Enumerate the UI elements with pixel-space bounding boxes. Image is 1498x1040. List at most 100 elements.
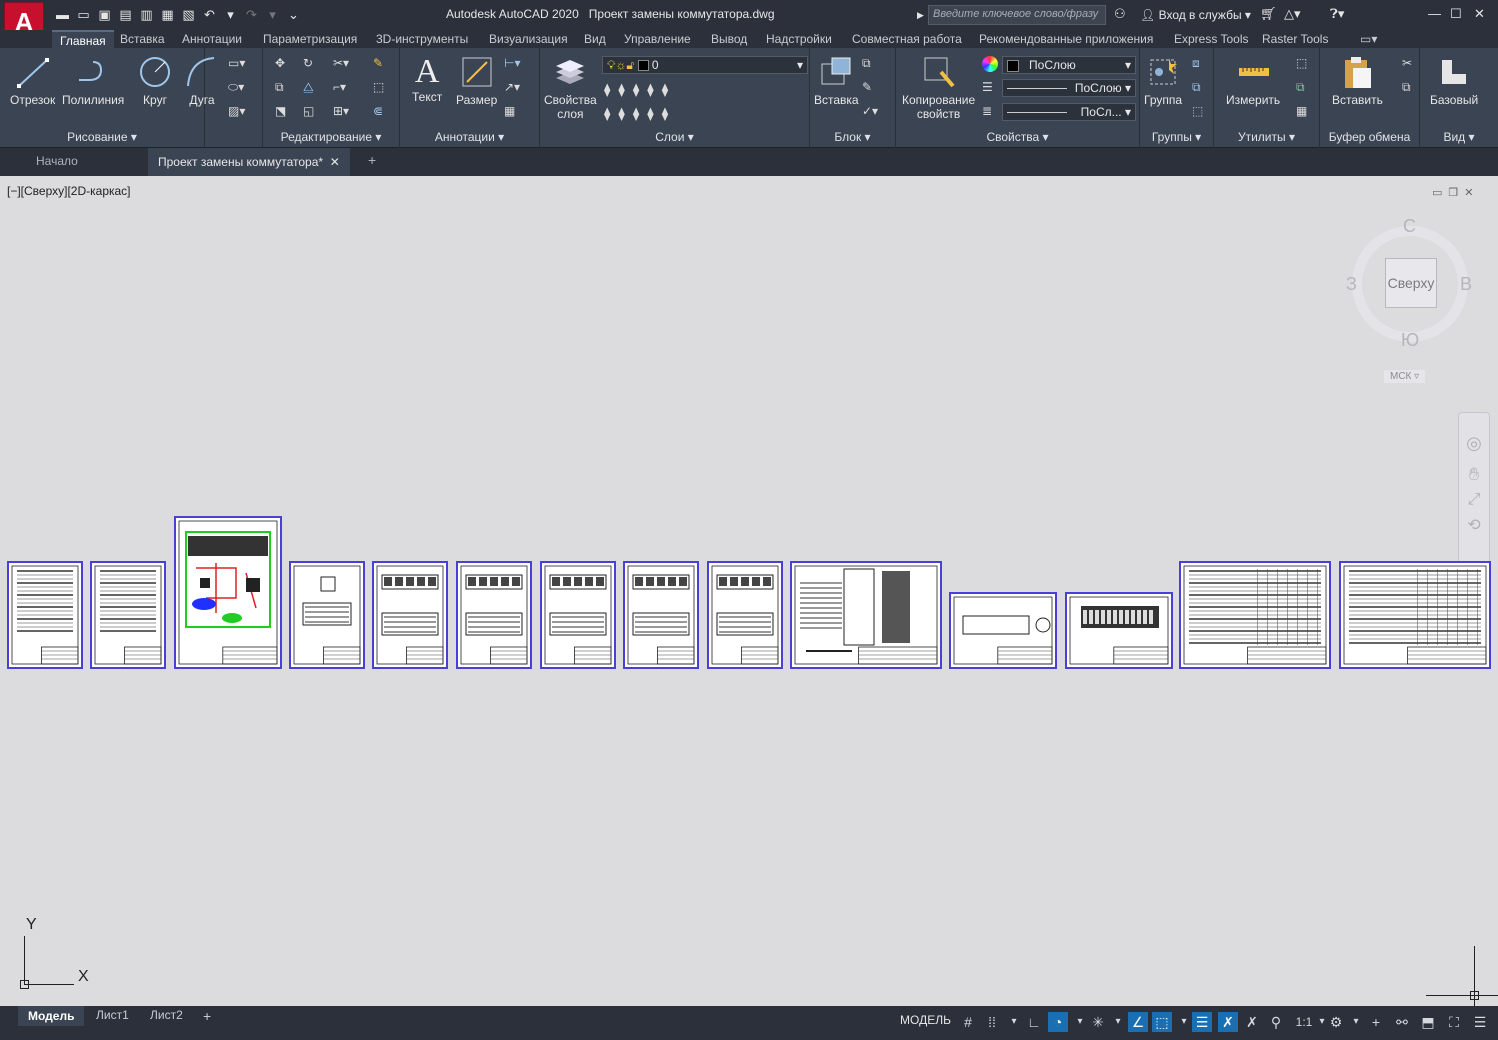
panel-block-title[interactable]: Блок ▾ bbox=[810, 130, 895, 144]
stretch-icon[interactable]: ⬔ bbox=[275, 104, 293, 122]
quick-select-icon[interactable]: ⬚ bbox=[1296, 56, 1314, 74]
drawing-sheet-5[interactable] bbox=[372, 561, 448, 669]
lineweight-icon[interactable]: ≣ bbox=[982, 104, 1000, 122]
trim-icon[interactable]: ✂▾ bbox=[333, 56, 351, 74]
panel-layers-title[interactable]: Слои ▾ bbox=[540, 130, 809, 144]
erase-icon[interactable]: ✎ bbox=[373, 56, 391, 74]
customize-qat-icon[interactable]: ⌄ bbox=[285, 6, 302, 23]
circle-button[interactable]: Круг bbox=[137, 54, 173, 107]
grid-icon[interactable]: # bbox=[958, 1012, 978, 1032]
insert-block-button[interactable]: Вставка bbox=[814, 54, 859, 107]
pan-icon[interactable]: ✋︎ bbox=[1459, 464, 1489, 485]
drawing-sheet-9[interactable] bbox=[707, 561, 783, 669]
offset-icon[interactable]: ⋐ bbox=[373, 104, 391, 122]
maximize-icon[interactable]: ☐ bbox=[1450, 6, 1462, 22]
drawing-sheet-10[interactable] bbox=[790, 561, 942, 669]
osnap-icon[interactable]: ⬚ bbox=[1152, 1012, 1172, 1032]
copy-clip-icon[interactable]: ⧉ bbox=[1402, 80, 1420, 98]
new-icon[interactable]: ▬ bbox=[54, 6, 71, 23]
polar-dropdown-icon[interactable]: ▾ bbox=[1070, 1012, 1090, 1032]
panel-draw-title[interactable]: Рисование ▾ bbox=[0, 130, 204, 144]
drawing-sheet-8[interactable] bbox=[623, 561, 699, 669]
panel-clipboard-title[interactable]: Буфер обмена bbox=[1320, 130, 1419, 144]
isolate-objects-icon[interactable]: ⬒ bbox=[1418, 1012, 1438, 1032]
ellipse-icon[interactable]: ⬭▾ bbox=[228, 80, 246, 98]
ribbon-minimize-icon[interactable]: ▭▾ bbox=[1360, 32, 1377, 46]
start-tab[interactable]: Начало bbox=[36, 154, 78, 168]
drawing-sheet-12[interactable] bbox=[1065, 592, 1173, 669]
drawing-sheet-1[interactable] bbox=[7, 561, 83, 669]
undo-icon[interactable]: ↶ bbox=[201, 6, 218, 23]
tab-0[interactable]: Главная bbox=[52, 30, 114, 48]
create-block-icon[interactable]: ⧉ bbox=[862, 56, 880, 74]
layer-dropdown[interactable]: 💡︎☼🔓︎ 0 ▾ bbox=[602, 56, 808, 74]
line-button[interactable]: Отрезок bbox=[10, 54, 55, 107]
workspace-gear-icon[interactable]: ⚙ bbox=[1326, 1012, 1346, 1032]
customization-icon[interactable]: ☰ bbox=[1470, 1012, 1490, 1032]
array-icon[interactable]: ⊞▾ bbox=[333, 104, 351, 122]
polyline-button[interactable]: Полилиния bbox=[62, 54, 124, 107]
panel-view-title[interactable]: Вид ▾ bbox=[1420, 130, 1498, 144]
explode-icon[interactable]: ⬚ bbox=[373, 80, 391, 98]
tab-1[interactable]: Вставка bbox=[120, 32, 165, 46]
dimension-button[interactable]: Размер bbox=[456, 54, 497, 107]
lineweight-toggle-icon[interactable]: ☰ bbox=[1192, 1012, 1212, 1032]
tab-13[interactable]: Raster Tools bbox=[1262, 32, 1328, 46]
viewport-controls[interactable]: [−][Сверху][2D-каркас] bbox=[7, 184, 131, 198]
steering-wheel-icon[interactable]: ◎ bbox=[1459, 433, 1489, 454]
undo-dropdown-icon[interactable]: ▾ bbox=[222, 6, 239, 23]
edit-block-icon[interactable]: ✎ bbox=[862, 80, 880, 98]
rectangle-icon[interactable]: ▭▾ bbox=[228, 56, 246, 74]
tab-4[interactable]: 3D-инструменты bbox=[376, 32, 468, 46]
close-icon[interactable]: ✕ bbox=[1474, 6, 1485, 22]
zoom-extents-icon[interactable]: ⤢ bbox=[1459, 491, 1489, 509]
hatch-icon[interactable]: ▨▾ bbox=[228, 104, 246, 122]
base-view-button[interactable]: Базовый bbox=[1430, 54, 1478, 107]
ucs-menu[interactable]: МСК ▿ bbox=[1384, 370, 1426, 383]
redo-dropdown-icon[interactable]: ▾ bbox=[264, 6, 281, 23]
layout-tab-1[interactable]: Лист1 bbox=[96, 1008, 129, 1022]
viewcube-west[interactable]: З bbox=[1346, 274, 1357, 295]
search-expand-icon[interactable]: ▶ bbox=[917, 10, 924, 21]
drawing-canvas[interactable]: [−][Сверху][2D-каркас] ▭❐✕ Сверху С Ю З … bbox=[0, 176, 1498, 1006]
copy-icon[interactable]: ⧉ bbox=[275, 80, 293, 98]
annotation-scale-icon[interactable]: ⚲ bbox=[1266, 1012, 1286, 1032]
viewcube-south[interactable]: Ю bbox=[1401, 330, 1419, 351]
object-tracking-icon[interactable]: ∠ bbox=[1128, 1012, 1148, 1032]
open-web-icon[interactable]: ▥ bbox=[138, 6, 155, 23]
tab-5[interactable]: Визуализация bbox=[489, 32, 568, 46]
tab-12[interactable]: Express Tools bbox=[1174, 32, 1248, 46]
auto-scale-icon[interactable]: ✗ bbox=[1242, 1012, 1262, 1032]
drawing-sheet-14[interactable] bbox=[1339, 561, 1491, 669]
osnap-dropdown-icon[interactable]: ▾ bbox=[1174, 1012, 1194, 1032]
lineweight-dropdown[interactable]: ПоСл... ▾ bbox=[1002, 103, 1136, 121]
tab-11[interactable]: Рекомендованные приложения bbox=[979, 32, 1153, 46]
mirror-icon[interactable]: ⧋ bbox=[303, 80, 321, 98]
panel-groups-title[interactable]: Группы ▾ bbox=[1140, 130, 1213, 144]
calculator-icon[interactable]: ▦ bbox=[1296, 104, 1314, 122]
measure-button[interactable]: Измерить bbox=[1226, 54, 1280, 107]
autodesk-account-icon[interactable]: △▾ bbox=[1284, 6, 1301, 22]
layer-properties-button[interactable]: Свойства слоя bbox=[544, 54, 597, 121]
layout-tab-0[interactable]: Модель bbox=[18, 1006, 85, 1026]
polar-icon[interactable]: ◔ bbox=[1048, 1012, 1068, 1032]
signin-button[interactable]: 👤︎ Вход в службы ▾ bbox=[1140, 8, 1251, 22]
color-dropdown[interactable]: ПоСлою ▾ bbox=[1002, 56, 1136, 74]
rotate-icon[interactable]: ↻ bbox=[303, 56, 321, 74]
ungroup-icon[interactable]: ⧈ bbox=[1192, 56, 1210, 74]
drawing-sheet-11[interactable] bbox=[949, 592, 1057, 669]
linetype-dropdown[interactable]: ПоСлою ▾ bbox=[1002, 79, 1136, 97]
tab-6[interactable]: Вид bbox=[584, 32, 606, 46]
viewcube-east[interactable]: В bbox=[1460, 274, 1472, 295]
cut-icon[interactable]: ✂ bbox=[1402, 56, 1420, 74]
linetype-icon[interactable]: ☰ bbox=[982, 80, 1000, 98]
annotation-visibility-icon[interactable]: ✗ bbox=[1218, 1012, 1238, 1032]
panel-utilities-title[interactable]: Утилиты ▾ bbox=[1214, 130, 1319, 144]
color-wheel-icon[interactable] bbox=[982, 56, 998, 72]
help-icon[interactable]: ❓︎▾ bbox=[1330, 6, 1344, 22]
group-button[interactable]: Группа bbox=[1144, 54, 1182, 107]
viewport-window-controls[interactable]: ▭❐✕ bbox=[1432, 186, 1479, 199]
save-icon[interactable]: ▣ bbox=[96, 6, 113, 23]
viewcube-top-face[interactable]: Сверху bbox=[1385, 258, 1437, 308]
tab-8[interactable]: Вывод bbox=[711, 32, 747, 46]
